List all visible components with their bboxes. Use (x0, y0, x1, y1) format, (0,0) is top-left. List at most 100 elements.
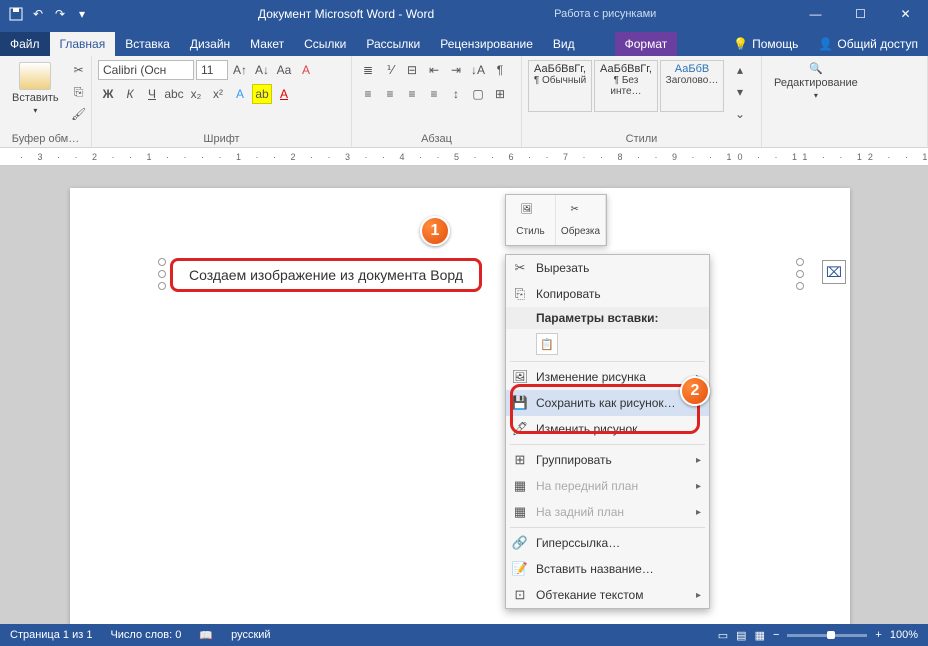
horizontal-ruler[interactable]: · 3 · · 2 · · 1 · · · · 1 · · 2 · · 3 · … (0, 148, 928, 166)
editing-button[interactable]: 🔍Редактирование▾ (768, 60, 864, 102)
menu-group[interactable]: ⊞Группировать▸ (506, 447, 709, 473)
proofing-icon[interactable]: 📖 (199, 629, 213, 642)
line-spacing-icon[interactable]: ↕ (446, 84, 466, 104)
highlight-icon[interactable]: ab (252, 84, 272, 104)
italic-button[interactable]: К (120, 84, 140, 104)
view-read-icon[interactable]: ▭ (718, 629, 728, 642)
share-icon: 👤 (818, 37, 833, 51)
clear-format-icon[interactable]: A (296, 60, 316, 80)
menu-edit-picture[interactable]: 🖊Изменить рисунок… (506, 416, 709, 442)
menu-insert-caption[interactable]: 📝Вставить название… (506, 556, 709, 582)
status-words[interactable]: Число слов: 0 (110, 629, 181, 641)
close-button[interactable]: ✕ (883, 0, 928, 28)
menu-change-picture[interactable]: 🖼Изменение рисунка▸ (506, 364, 709, 390)
indent-dec-icon[interactable]: ⇤ (424, 60, 444, 80)
zoom-out-button[interactable]: − (773, 629, 779, 641)
format-painter-icon[interactable]: 🖌 (69, 104, 89, 124)
document-area[interactable]: Создаем изображение из документа Ворд ⌧ … (0, 166, 928, 624)
strike-button[interactable]: abc (164, 84, 184, 104)
zoom-slider[interactable] (787, 634, 867, 637)
align-right-icon[interactable]: ≡ (402, 84, 422, 104)
styles-up-icon[interactable]: ▴ (730, 60, 750, 80)
selected-image-text[interactable]: Создаем изображение из документа Ворд (170, 258, 482, 292)
tab-home[interactable]: Главная (50, 32, 116, 56)
paste-options-header: Параметры вставки: (506, 307, 709, 329)
mini-crop-button[interactable]: ✂Обрезка (556, 195, 606, 245)
quick-access-toolbar: ↶ ↷ ▾ (0, 6, 98, 22)
align-left-icon[interactable]: ≡ (358, 84, 378, 104)
view-web-icon[interactable]: ▦ (755, 629, 765, 642)
tab-review[interactable]: Рецензирование (430, 32, 543, 56)
tab-insert[interactable]: Вставка (115, 32, 180, 56)
styles-down-icon[interactable]: ▾ (730, 82, 750, 102)
clipboard-icon (19, 62, 51, 90)
style-no-spacing[interactable]: АаБбВвГг,¶ Без инте… (594, 60, 658, 112)
selection-handles-right[interactable] (796, 258, 804, 290)
tab-format[interactable]: Формат (615, 32, 678, 56)
sort-icon[interactable]: ↓A (468, 60, 488, 80)
status-language[interactable]: русский (231, 629, 270, 641)
indent-inc-icon[interactable]: ⇥ (446, 60, 466, 80)
tab-file[interactable]: Файл (0, 32, 50, 56)
bullets-icon[interactable]: ≣ (358, 60, 378, 80)
picture-icon: 🖼 (512, 369, 528, 385)
annotation-badge-1: 1 (420, 216, 450, 246)
paste-picture-option[interactable]: 📋 (536, 333, 558, 355)
tab-layout[interactable]: Макет (240, 32, 294, 56)
menu-cut[interactable]: ✂Вырезать (506, 255, 709, 281)
ribbon: Вставить ▾ ✂ ⎘ 🖌 Буфер обм… Calibri (Осн… (0, 56, 928, 148)
font-color-icon[interactable]: A (274, 84, 294, 104)
paste-button[interactable]: Вставить ▾ (6, 60, 65, 117)
bulb-icon: 💡 (733, 37, 748, 51)
styles-more-icon[interactable]: ⌄ (730, 104, 750, 124)
bold-button[interactable]: Ж (98, 84, 118, 104)
status-page[interactable]: Страница 1 из 1 (10, 629, 92, 641)
subscript-button[interactable]: x₂ (186, 84, 206, 104)
style-normal[interactable]: АаБбВвГг,¶ Обычный (528, 60, 592, 112)
selection-handles-left[interactable] (158, 258, 166, 290)
undo-icon[interactable]: ↶ (30, 6, 46, 22)
copy-icon[interactable]: ⎘ (69, 82, 89, 102)
borders-icon[interactable]: ⊞ (490, 84, 510, 104)
zoom-in-button[interactable]: + (875, 629, 881, 641)
tab-view[interactable]: Вид (543, 32, 585, 56)
font-name-select[interactable]: Calibri (Осн (98, 60, 194, 80)
minimize-button[interactable]: ― (793, 0, 838, 28)
change-case-icon[interactable]: Aa (274, 60, 294, 80)
crop-icon: ✂ (571, 204, 591, 224)
menu-save-as-picture[interactable]: 💾Сохранить как рисунок… (506, 390, 709, 416)
redo-icon[interactable]: ↷ (52, 6, 68, 22)
superscript-button[interactable]: x² (208, 84, 228, 104)
maximize-button[interactable]: ☐ (838, 0, 883, 28)
align-center-icon[interactable]: ≡ (380, 84, 400, 104)
justify-icon[interactable]: ≡ (424, 84, 444, 104)
menu-wrap-text[interactable]: ⊡Обтекание текстом▸ (506, 582, 709, 608)
page[interactable]: Создаем изображение из документа Ворд ⌧ (70, 188, 850, 624)
help-button[interactable]: 💡Помощь (723, 32, 808, 56)
show-marks-icon[interactable]: ¶ (490, 60, 510, 80)
multilevel-icon[interactable]: ⊟ (402, 60, 422, 80)
layout-options-button[interactable]: ⌧ (822, 260, 846, 284)
zoom-level[interactable]: 100% (890, 629, 918, 641)
tab-mailings[interactable]: Рассылки (356, 32, 430, 56)
font-size-select[interactable]: 11 (196, 60, 228, 80)
mini-style-button[interactable]: 🖼Стиль (506, 195, 556, 245)
menu-hyperlink[interactable]: 🔗Гиперссылка… (506, 530, 709, 556)
save-icon[interactable] (8, 6, 24, 22)
shading-icon[interactable]: ▢ (468, 84, 488, 104)
front-icon: ▦ (512, 478, 528, 494)
qat-dropdown-icon[interactable]: ▾ (74, 6, 90, 22)
text-effects-icon[interactable]: A (230, 84, 250, 104)
numbering-icon[interactable]: ⅟ (380, 60, 400, 80)
menu-copy[interactable]: ⎘Копировать (506, 281, 709, 307)
styles-gallery[interactable]: АаБбВвГг,¶ Обычный АаБбВвГг,¶ Без инте… … (528, 60, 724, 112)
cut-icon[interactable]: ✂ (69, 60, 89, 80)
tab-design[interactable]: Дизайн (180, 32, 240, 56)
underline-button[interactable]: Ч (142, 84, 162, 104)
style-heading[interactable]: АаБбВЗаголово… (660, 60, 724, 112)
tab-references[interactable]: Ссылки (294, 32, 356, 56)
share-button[interactable]: 👤Общий доступ (808, 32, 928, 56)
view-print-icon[interactable]: ▤ (736, 629, 746, 642)
shrink-font-icon[interactable]: A↓ (252, 60, 272, 80)
grow-font-icon[interactable]: A↑ (230, 60, 250, 80)
